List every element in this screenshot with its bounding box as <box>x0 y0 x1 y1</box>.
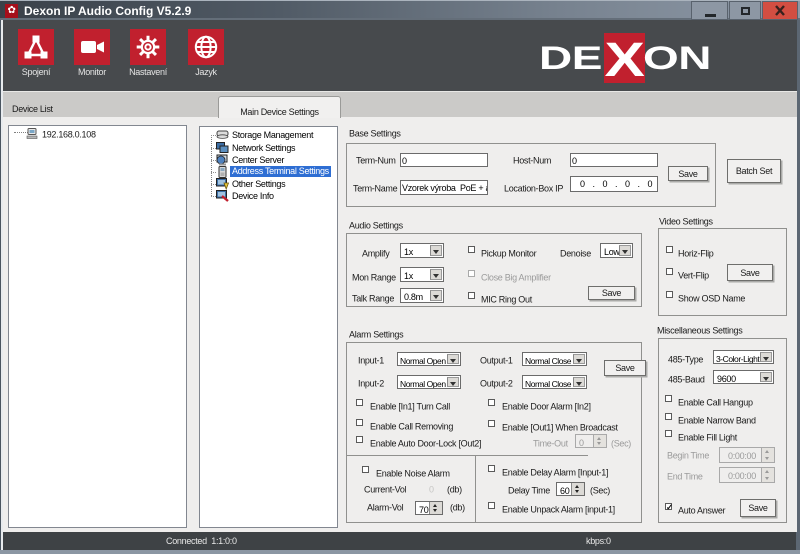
svg-text:ON: ON <box>643 40 711 76</box>
svg-text:DE: DE <box>539 40 602 76</box>
svg-text:X: X <box>605 34 645 87</box>
